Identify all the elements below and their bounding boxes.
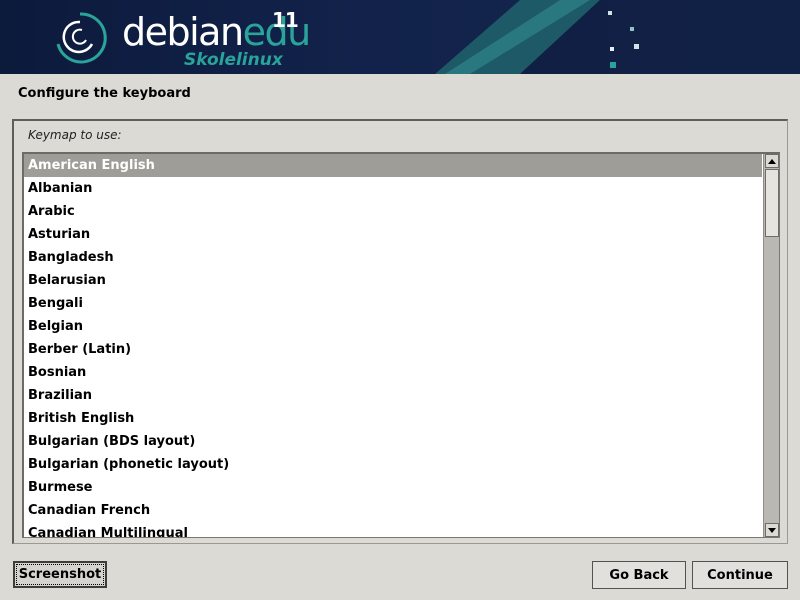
- keymap-option[interactable]: Asturian: [24, 223, 762, 246]
- header-banner: debianedu 11 Skolelinux: [0, 0, 800, 74]
- keymap-option[interactable]: Berber (Latin): [24, 338, 762, 361]
- keymap-option[interactable]: Arabic: [24, 200, 762, 223]
- keymap-option[interactable]: Bosnian: [24, 361, 762, 384]
- screenshot-button[interactable]: Screenshot: [13, 561, 107, 588]
- keymap-option[interactable]: Belgian: [24, 315, 762, 338]
- brand-subtitle: Skolelinux: [184, 50, 283, 70]
- keymap-option[interactable]: British English: [24, 407, 762, 430]
- debian-swirl-logo: [56, 12, 107, 64]
- keymap-panel: Keymap to use: American English Albanian A…: [12, 119, 788, 544]
- keymap-label: Keymap to use:: [28, 128, 122, 142]
- keymap-option[interactable]: Brazilian: [24, 384, 762, 407]
- keymap-option[interactable]: Burmese: [24, 476, 762, 499]
- keymap-option[interactable]: Bulgarian (BDS layout): [24, 430, 762, 453]
- page-title: Configure the keyboard: [18, 86, 191, 101]
- scroll-down-button[interactable]: [765, 523, 779, 537]
- arrow-up-icon: [768, 158, 776, 164]
- keymap-list: American English Albanian Arabic Asturian Ba…: [24, 154, 762, 537]
- banner-decoration: [435, 0, 800, 74]
- continue-button[interactable]: Continue: [692, 561, 788, 589]
- keymap-scrollbar[interactable]: [763, 154, 779, 537]
- scroll-up-button[interactable]: [765, 154, 779, 168]
- arrow-down-icon: [768, 527, 776, 533]
- go-back-button[interactable]: Go Back: [592, 561, 686, 589]
- keymap-option[interactable]: American English: [24, 154, 762, 177]
- scrollbar-thumb[interactable]: [765, 169, 779, 237]
- brand-version: 11: [272, 8, 299, 32]
- keymap-option[interactable]: Belarusian: [24, 269, 762, 292]
- keymap-listbox[interactable]: American English Albanian Arabic Asturian Ba…: [22, 152, 780, 538]
- keymap-option[interactable]: Bulgarian (phonetic layout): [24, 453, 762, 476]
- keymap-option[interactable]: Bangladesh: [24, 246, 762, 269]
- keymap-option[interactable]: Canadian French: [24, 499, 762, 522]
- brand-part-debian: debian: [122, 10, 244, 54]
- keymap-option[interactable]: Albanian: [24, 177, 762, 200]
- keymap-option[interactable]: Bengali: [24, 292, 762, 315]
- keymap-option[interactable]: Canadian Multilingual: [24, 522, 762, 537]
